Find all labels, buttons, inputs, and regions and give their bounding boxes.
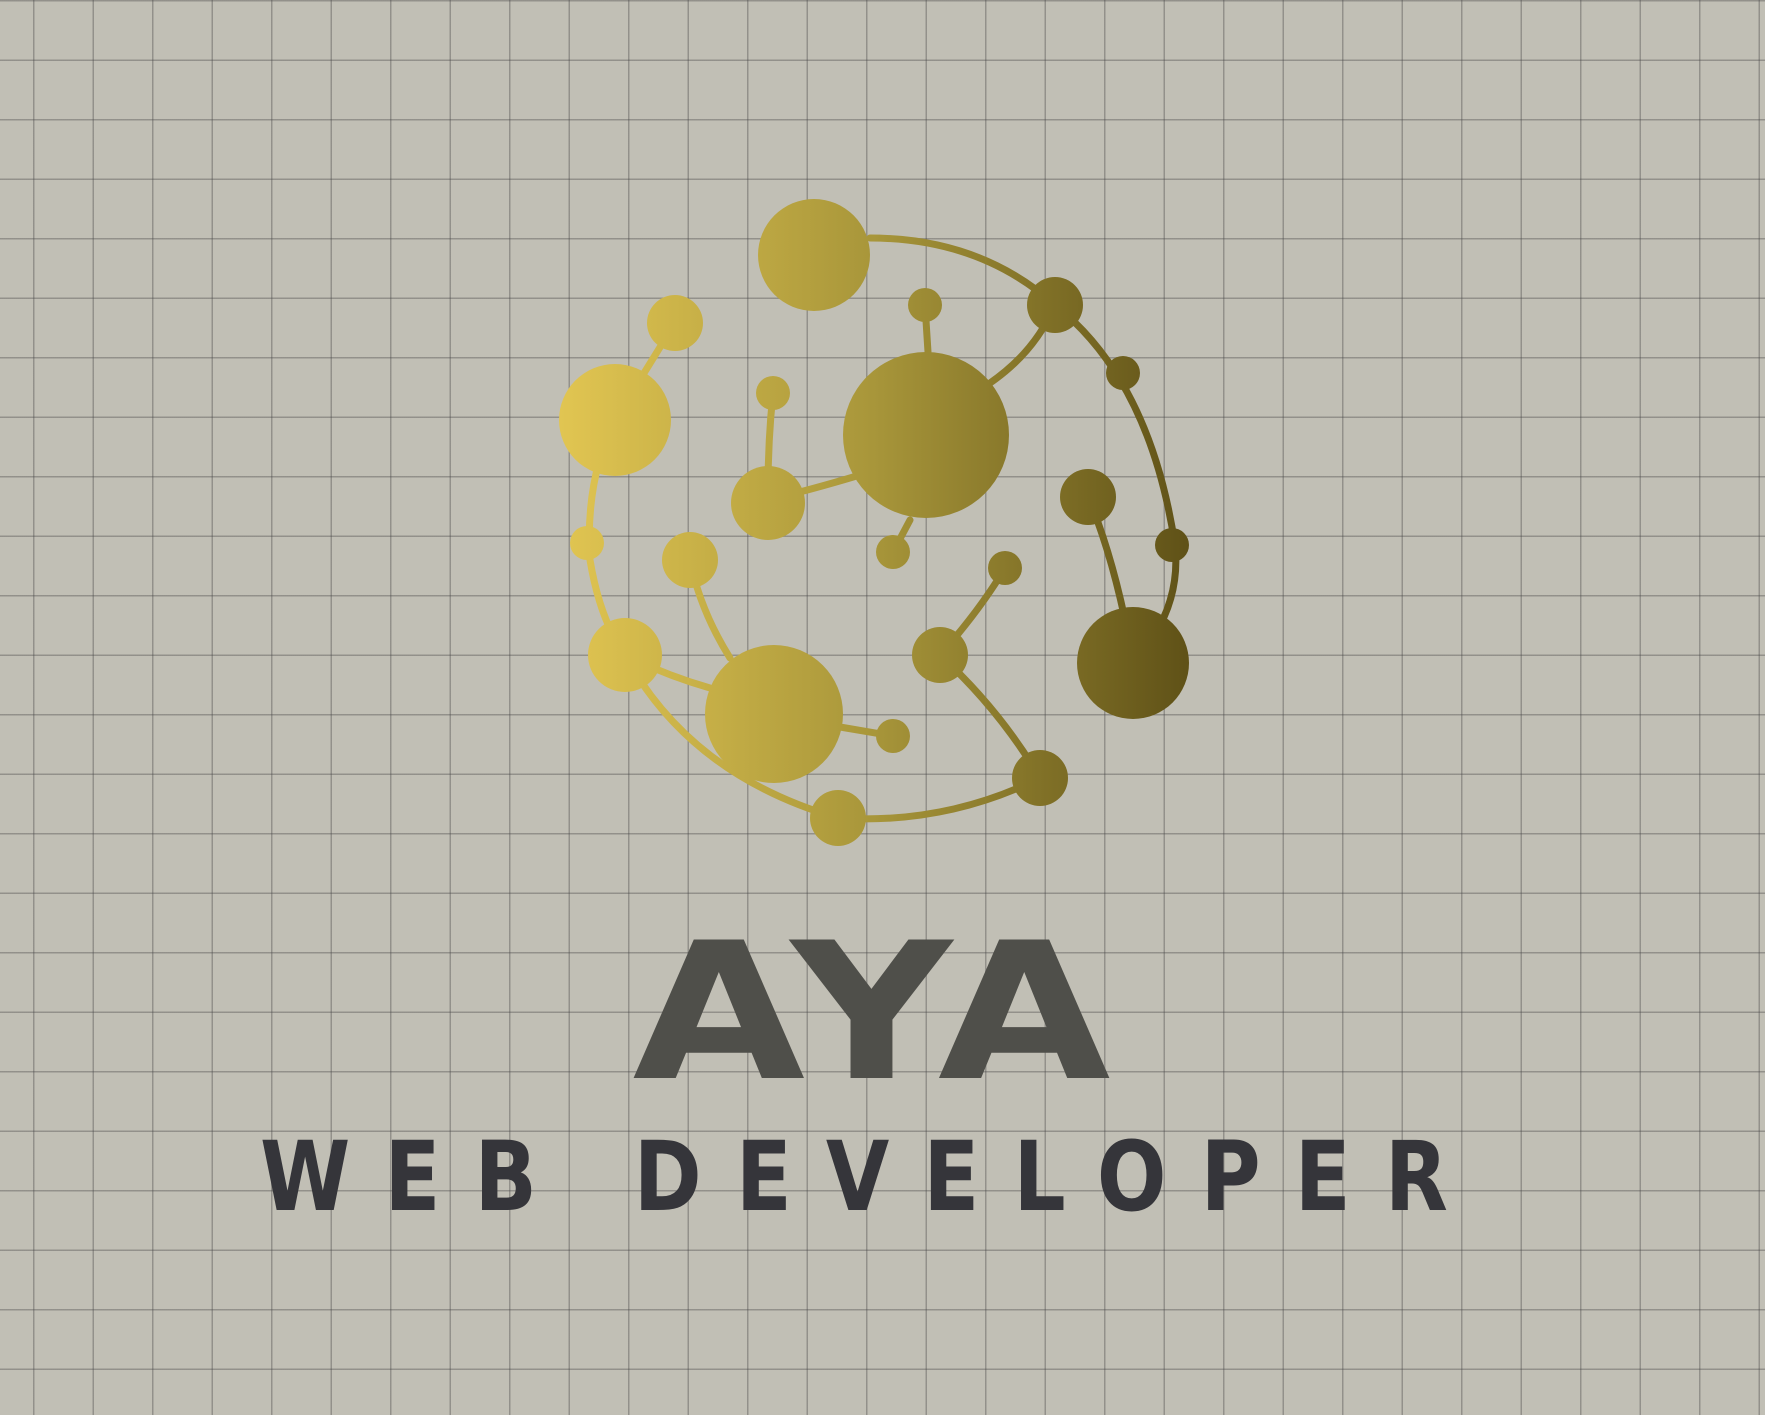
molecule-network-globe-icon	[559, 199, 1189, 846]
node-left-lower	[588, 618, 662, 692]
node-mid-left	[662, 532, 718, 588]
node-bottom	[810, 790, 866, 846]
node-center-tiny-bottom	[876, 535, 910, 569]
node-center-tiny-left	[756, 376, 790, 410]
node-left-edge-tiny	[570, 526, 604, 560]
node-bottom-right	[1012, 750, 1068, 806]
node-right-small	[1106, 356, 1140, 390]
node-bottom-tiny	[876, 719, 910, 753]
node-left-large	[559, 364, 671, 476]
brand-name: AYA	[633, 902, 1118, 1123]
node-center-mid	[731, 466, 805, 540]
node-large-bottom-right	[1077, 607, 1189, 719]
node-mid-lower	[912, 627, 968, 683]
tagline: WEB DEVELOPER	[260, 1121, 1482, 1233]
node-left-small-top	[647, 295, 703, 351]
node-center-tiny-top	[908, 288, 942, 322]
node-center-large	[843, 352, 1009, 518]
logo: AYA WEB DEVELOPER	[260, 199, 1482, 1233]
node-large-top	[758, 199, 870, 311]
node-right-edge-tiny	[1155, 528, 1189, 562]
node-circles	[559, 199, 1189, 846]
node-right-mid	[1060, 469, 1116, 525]
node-large-bottom-left	[705, 645, 843, 783]
node-small-right-mid	[988, 551, 1022, 585]
node-right-top	[1027, 277, 1083, 333]
